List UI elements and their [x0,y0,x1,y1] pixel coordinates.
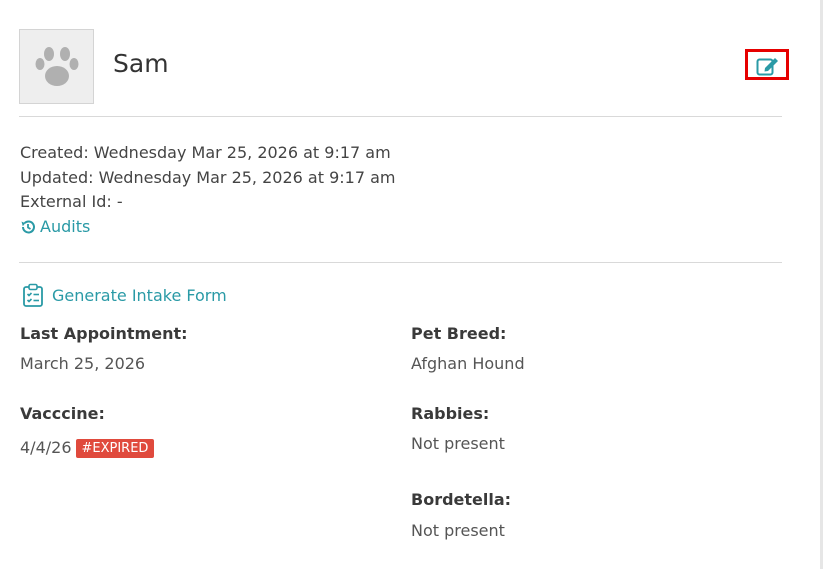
generate-intake-form-label: Generate Intake Form [52,285,227,305]
last-appointment-label: Last Appointment: [20,324,188,343]
clipboard-checklist-icon [23,283,43,307]
generate-intake-form-link[interactable]: Generate Intake Form [22,283,227,307]
pet-breed-label: Pet Breed: [411,324,507,343]
edit-icon [756,58,778,76]
vaccine-label: Vacccine: [20,404,105,423]
history-icon [21,220,35,234]
pet-header: Sam [19,29,789,104]
pet-avatar [19,29,94,104]
audits-link[interactable]: Audits [20,215,90,240]
divider-top [19,116,782,117]
vaccine-value-row: 4/4/26 #EXPIRED [20,438,155,458]
edit-button[interactable] [745,49,789,80]
updated-text: Updated: Wednesday Mar 25, 2026 at 9:17 … [20,167,396,187]
pet-name: Sam [113,49,169,78]
expired-badge: #EXPIRED [75,439,155,458]
last-appointment-value: March 25, 2026 [20,354,146,373]
rabbies-value: Not present [411,434,505,453]
vaccine-value: 4/4/26 [20,438,72,457]
created-text: Created: Wednesday Mar 25, 2026 at 9:17 … [20,143,391,162]
rabbies-label: Rabbies: [411,404,490,423]
external-id-text: External Id: - [20,192,123,211]
audits-label: Audits [40,216,91,236]
record-meta: Created: Wednesday Mar 25, 2026 at 9:17 … [20,141,395,242]
divider-middle [19,262,782,263]
bordetella-label: Bordetella: [411,490,512,509]
bordetella-value: Not present [411,521,505,540]
pet-breed-value: Afghan Hound [411,354,525,373]
paw-icon [35,47,79,86]
